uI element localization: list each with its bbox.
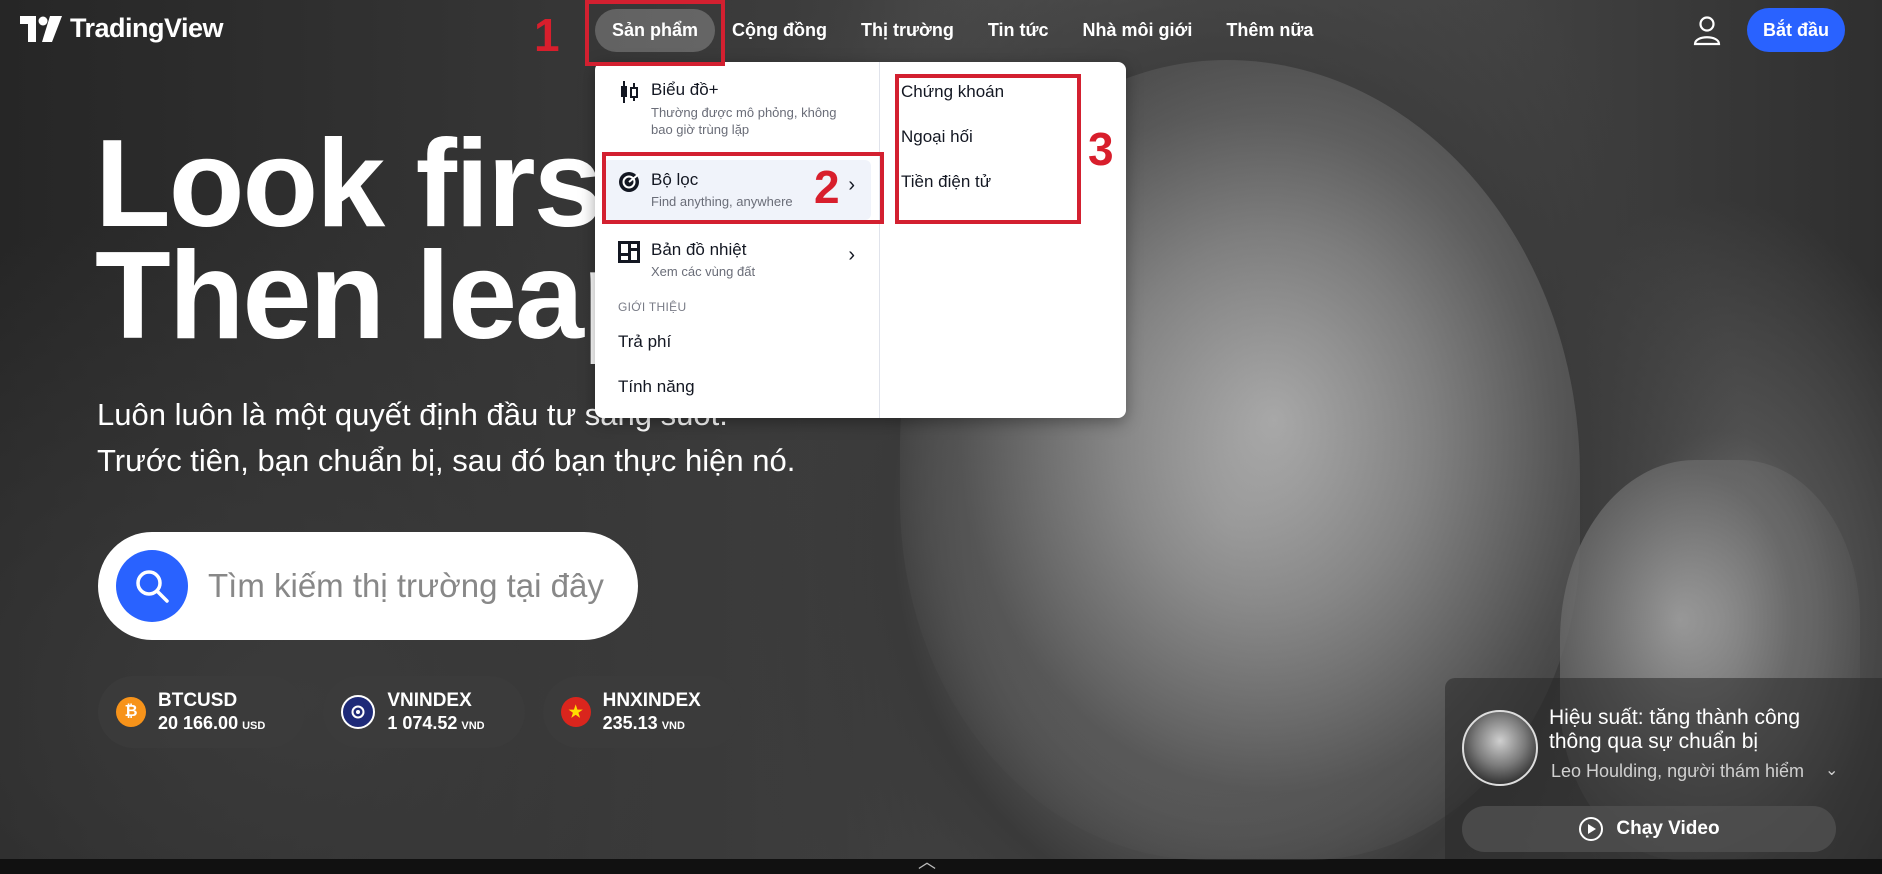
play-video-button[interactable]: Chạy Video [1462,806,1836,852]
nav-more[interactable]: Thêm nữa [1209,9,1330,52]
ticker-list: ₿ BTCUSD 20 166.00 USD VNINDEX 1 074.52 VN… [98,676,741,748]
products-menu-list: Biểu đồ+ Thường được mô phỏng, không bao… [595,62,880,418]
chevron-down-icon[interactable]: ⌄ [1825,760,1838,780]
search-icon [136,570,169,603]
ticker-hnxindex[interactable]: ★ HNXINDEX 235.13 VND [542,676,741,748]
ticker-btcusd[interactable]: ₿ BTCUSD 20 166.00 USD [98,676,306,748]
annotation-number-3: 3 [1088,123,1114,175]
hero-title: Look first Then leap [95,115,658,365]
tradingview-logo[interactable]: TradingView [20,13,224,44]
annotation-box-3 [895,74,1081,224]
video-title: Hiệu suất: tăng thành công thông qua sự … [1549,706,1801,753]
ticker-currency: VND [461,720,485,732]
start-button[interactable]: Bắt đầu [1747,8,1845,52]
menu-link-pricing[interactable]: Trả phí [618,332,671,352]
ticker-symbol: HNXINDEX [602,690,701,711]
nav-markets[interactable]: Thị trường [844,9,971,52]
ticker-currency: VND [661,720,685,732]
scroll-down-icon[interactable]: ︿ [918,848,936,874]
nav-news[interactable]: Tin tức [971,9,1066,52]
video-card: Hiệu suất: tăng thành công thông qua sự … [1445,678,1882,859]
play-icon [1579,817,1604,841]
menu-item-subtitle: bao giờ trùng lặp [651,122,750,137]
user-icon[interactable] [1690,13,1724,47]
heatmap-icon [618,241,640,263]
nav-brokers[interactable]: Nhà môi giới [1066,9,1210,52]
vietnam-flag-icon: ★ [560,697,591,727]
candlestick-icon [621,81,638,103]
menu-item-subtitle: Thường được mô phỏng, không [651,105,837,120]
tradingview-logo-icon [20,15,62,42]
menu-item-charts[interactable]: Biểu đồ+ Thường được mô phỏng, không bao… [603,80,871,150]
video-author: Leo Houlding, người thám hiểm [1551,761,1804,781]
annotation-box-2 [602,152,884,224]
play-video-label: Chạy Video [1616,818,1720,839]
avatar [1462,710,1538,786]
hero-title-line2: Then leap [95,227,658,365]
ticker-vnindex[interactable]: VNINDEX 1 074.52 VND [323,676,525,748]
top-header: TradingView Sản phẩm Cộng đồng Thị trườn… [0,0,1882,60]
annotation-box-1 [585,0,725,66]
menu-item-subtitle: Xem các vùng đất [651,264,756,279]
ticker-value: 1 074.52 [387,713,458,733]
ticker-value: 235.13 [602,713,658,733]
menu-link-features[interactable]: Tính năng [618,377,695,397]
menu-item-title: Bản đồ nhiệt [651,240,747,259]
annotation-number-1: 1 [534,9,560,61]
chevron-right-icon: › [848,244,855,266]
annotation-number-2: 2 [814,161,840,213]
menu-item-heatmap[interactable]: Bản đồ nhiệt Xem các vùng đất › [603,230,871,290]
hero-title-line1: Look first [95,115,642,253]
ticker-currency: USD [242,720,266,732]
hero-subtitle-line2: Trước tiên, bạn chuẩn bị, sau đó bạn thự… [97,443,796,478]
bitcoin-icon: ₿ [116,697,146,727]
ticker-value: 20 166.00 [158,713,239,733]
menu-item-title: Biểu đồ+ [651,80,719,99]
brand-name: TradingView [70,13,224,43]
ticker-symbol: VNINDEX [387,690,472,711]
market-search-bar[interactable]: Tìm kiếm thị trường tại đây [98,532,638,640]
section-label-intro: GIỚI THIỆU [618,300,687,314]
search-input[interactable]: Tìm kiếm thị trường tại đây [208,567,604,605]
nav-community[interactable]: Cộng đồng [715,9,844,52]
vnindex-icon [341,695,376,729]
ticker-symbol: BTCUSD [158,690,238,711]
search-button[interactable] [116,550,188,622]
